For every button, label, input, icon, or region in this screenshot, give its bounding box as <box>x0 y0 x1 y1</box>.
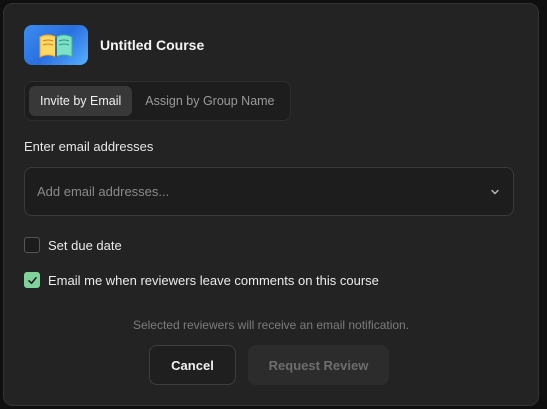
course-title: Untitled Course <box>100 37 205 53</box>
dialog-header: Untitled Course <box>24 25 204 65</box>
email-address-input[interactable]: Add email addresses... <box>24 167 514 216</box>
due-date-option[interactable]: Set due date <box>24 237 122 253</box>
open-book-icon <box>24 25 88 65</box>
checkmark-icon <box>27 276 37 284</box>
due-date-checkbox[interactable] <box>24 237 40 253</box>
notify-option[interactable]: Email me when reviewers leave comments o… <box>24 272 379 288</box>
cancel-button[interactable]: Cancel <box>149 345 236 385</box>
request-review-dialog: Untitled Course Invite by Email Assign b… <box>3 3 539 406</box>
notify-checkbox[interactable] <box>24 272 40 288</box>
chevron-down-icon[interactable] <box>489 186 501 198</box>
notify-label: Email me when reviewers leave comments o… <box>48 272 379 288</box>
due-date-label: Set due date <box>48 237 122 253</box>
notification-note: Selected reviewers will receive an email… <box>132 318 410 332</box>
invite-mode-tabs: Invite by Email Assign by Group Name <box>24 81 291 121</box>
email-field-label: Enter email addresses <box>24 139 154 154</box>
tab-assign-by-group-name[interactable]: Assign by Group Name <box>134 86 285 116</box>
dialog-actions: Cancel Request Review <box>149 345 389 385</box>
email-input-placeholder: Add email addresses... <box>37 184 170 199</box>
request-review-button[interactable]: Request Review <box>248 345 389 385</box>
tab-invite-by-email[interactable]: Invite by Email <box>29 86 133 116</box>
